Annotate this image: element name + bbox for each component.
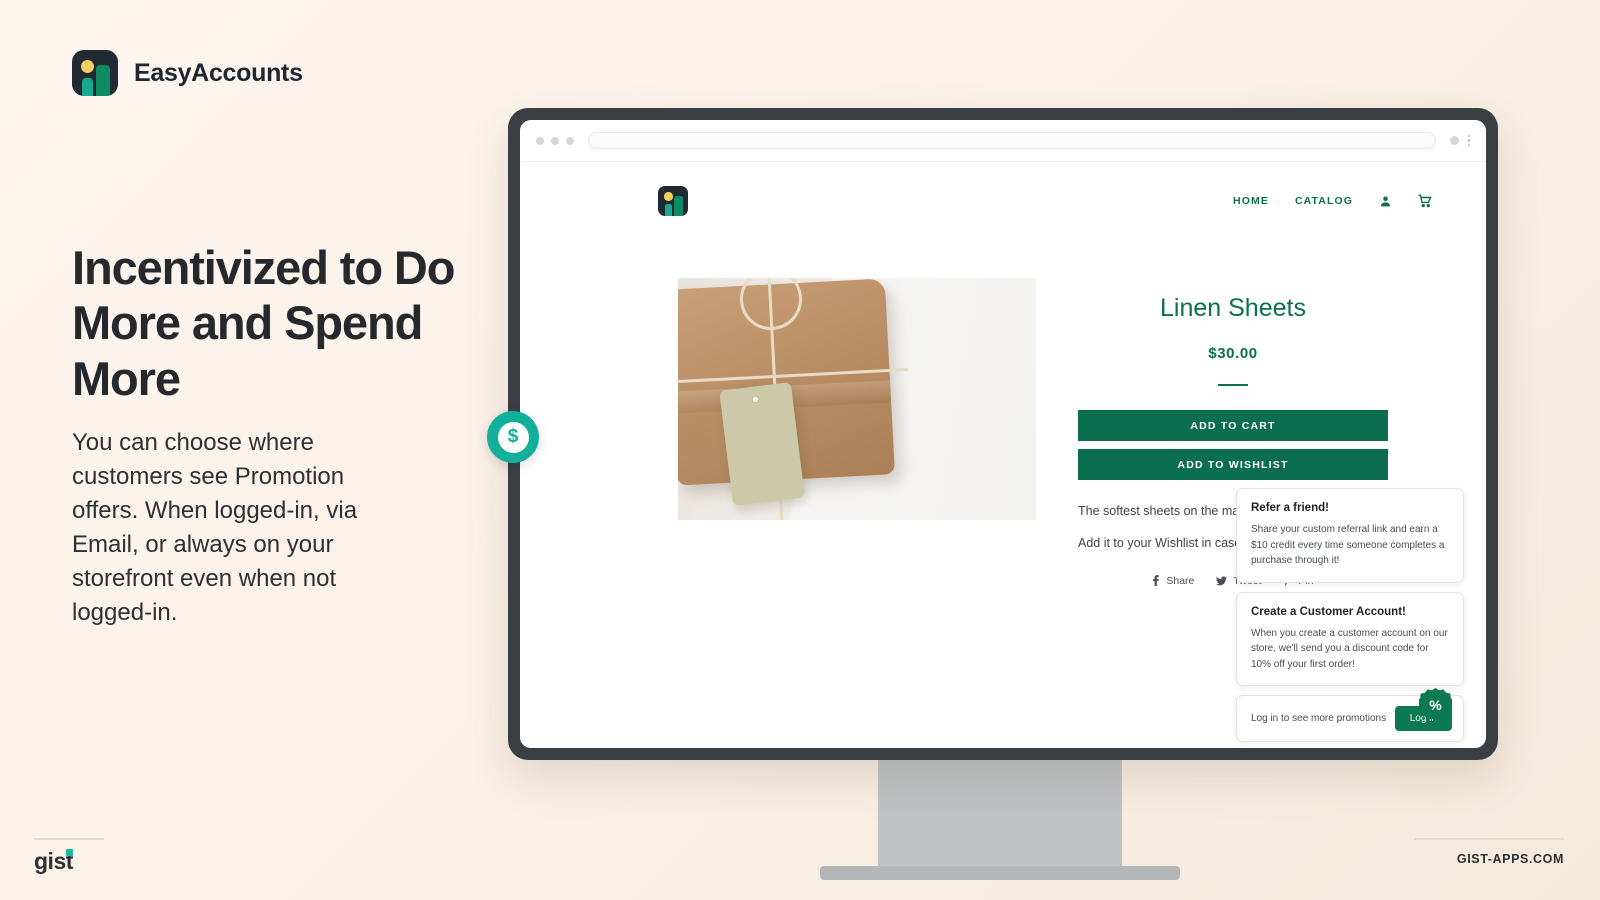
hang-tag-shape xyxy=(719,382,805,506)
storefront-page: HOME CATALOG Linen Sheets $30.00 ADD TO … xyxy=(520,162,1486,748)
window-control-minimize[interactable] xyxy=(551,136,559,145)
shopping-cart-icon[interactable] xyxy=(1418,194,1432,208)
gist-logo: gist xyxy=(34,848,73,875)
user-account-icon[interactable] xyxy=(1379,195,1392,208)
window-control-close[interactable] xyxy=(536,136,544,145)
storefront-header: HOME CATALOG xyxy=(520,162,1486,216)
login-prompt-text: Log in to see more promotions xyxy=(1251,713,1387,724)
share-facebook-label: Share xyxy=(1166,574,1195,587)
logo-dot-shape xyxy=(81,60,94,73)
twitter-icon xyxy=(1216,575,1228,585)
percent-glyph: % xyxy=(1429,696,1442,713)
promotion-card-refer-a-friend[interactable]: Refer a friend! Share your custom referr… xyxy=(1236,488,1464,583)
price-divider xyxy=(1218,384,1248,386)
brand-name: EasyAccounts xyxy=(134,58,303,87)
storefront-logo-icon[interactable] xyxy=(658,186,688,216)
promotion-card-body: Share your custom referral link and earn… xyxy=(1251,524,1445,566)
hero-headline: Incentivized to Do More and Spend More xyxy=(72,241,455,405)
browser-menu-icon[interactable] xyxy=(1467,134,1470,147)
window-control-maximize[interactable] xyxy=(566,136,574,145)
easyaccounts-logo-icon xyxy=(72,50,118,96)
promotion-card-title: Refer a friend! xyxy=(1251,502,1329,514)
nav-link-catalog[interactable]: CATALOG xyxy=(1295,195,1353,207)
product-title: Linen Sheets xyxy=(1160,294,1306,322)
dollar-coin-badge-icon: $ xyxy=(487,411,539,463)
promotion-card-create-account[interactable]: Create a Customer Account! When you crea… xyxy=(1236,591,1464,686)
footer-divider-right xyxy=(1414,838,1564,840)
monitor-frame: HOME CATALOG Linen Sheets $30.00 ADD TO … xyxy=(508,108,1498,760)
footer-divider-left xyxy=(34,838,104,840)
hero-body-text: You can choose where customers see Promo… xyxy=(72,429,358,627)
product-price: $30.00 xyxy=(1208,345,1258,362)
product-image xyxy=(678,278,1036,520)
logo-green-bar-shape xyxy=(673,196,683,216)
monitor-screen: HOME CATALOG Linen Sheets $30.00 ADD TO … xyxy=(520,120,1486,748)
add-to-wishlist-button[interactable]: ADD TO WISHLIST xyxy=(1078,449,1388,480)
browser-chrome-bar xyxy=(520,120,1486,162)
address-bar[interactable] xyxy=(588,132,1436,149)
gist-logo-accent-shape xyxy=(65,849,73,856)
logo-green-bar-shape xyxy=(96,65,110,96)
monitor-stand-base xyxy=(820,866,1180,880)
logo-teal-bar-shape xyxy=(664,204,672,216)
facebook-icon xyxy=(1153,575,1160,586)
logo-dot-shape xyxy=(664,192,673,201)
brand-lockup: EasyAccounts xyxy=(72,50,303,96)
monitor-stand-neck xyxy=(878,760,1122,873)
share-facebook[interactable]: Share xyxy=(1152,575,1194,587)
promotion-card-body: When you create a customer account on ou… xyxy=(1251,627,1448,670)
add-to-cart-button[interactable]: ADD TO CART xyxy=(1078,410,1388,441)
storefront-nav: HOME CATALOG xyxy=(1233,194,1432,208)
browser-toolbar-right xyxy=(1449,134,1470,147)
window-controls[interactable] xyxy=(536,136,574,145)
logo-teal-bar-shape xyxy=(82,78,93,96)
promotion-card-title: Create a Customer Account! xyxy=(1251,605,1406,618)
nav-link-home[interactable]: HOME xyxy=(1233,195,1269,207)
footer-url: GIST-APPS.COM xyxy=(1456,852,1564,866)
discount-percent-badge-icon: % xyxy=(1419,688,1452,721)
dollar-glyph: $ xyxy=(497,421,529,453)
profile-avatar-icon[interactable] xyxy=(1449,136,1459,145)
